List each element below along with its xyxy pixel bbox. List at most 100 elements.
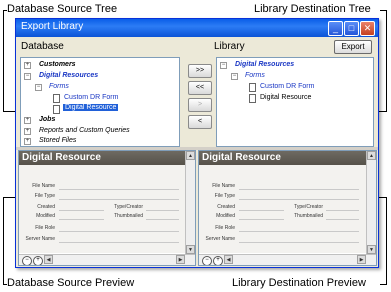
callout-library-destination-preview: Library Destination Preview [232,277,366,289]
tree-node-label: Reports and Custom Queries [39,127,130,134]
callout-database-source-tree: Database Source Tree [7,3,118,15]
field-label: File Type [34,193,55,199]
tree-node-label: Digital Resources [235,61,295,68]
tree-node-label: Jobs [39,116,56,123]
add-all-button[interactable]: >> [188,64,212,78]
callout-line [3,284,7,285]
horizontal-scrollbar[interactable]: − + ◀ ▶ [199,254,376,265]
collapse-icon[interactable]: − [35,84,42,91]
scroll-down-icon[interactable]: ▼ [367,245,376,254]
database-source-preview: Digital Resource File Name File Type Cre… [18,150,196,266]
tree-node-label: Custom DR Form [260,83,315,90]
field-label: Modified [36,213,55,219]
field-value [59,231,179,232]
callout-line [386,197,387,285]
preview-title: Digital Resource [199,151,366,165]
field-value [146,219,179,220]
database-header: Database [21,41,64,52]
field-label: File Type [214,193,235,199]
callout-database-source-preview: Database Source Preview [7,277,135,289]
preview-form: File Name File Type Created Type/Creator… [19,165,185,253]
collapse-icon[interactable]: − [231,73,238,80]
tree-node-label: Custom DR Form [64,94,119,101]
preview-title: Digital Resource [19,151,185,165]
field-label: Created [217,204,235,210]
callout-line [3,197,4,285]
collapse-icon[interactable]: − [24,73,31,80]
field-label: File Role [215,225,235,231]
library-destination-preview: Digital Resource File Name File Type Cre… [198,150,377,266]
tree-node-label: Forms [49,83,69,90]
document-icon [53,94,60,103]
callout-line [3,10,7,11]
close-icon[interactable]: ✕ [360,21,375,36]
collapse-icon[interactable]: − [220,62,227,69]
zoom-out-icon[interactable]: − [22,256,32,265]
tree-node-label: Digital Resources [39,72,99,79]
tree-node-label: Forms [245,72,265,79]
expand-icon[interactable]: + [24,138,31,145]
scroll-left-icon[interactable]: ◀ [44,255,53,264]
tree-node-label-selected: Digital Resource [63,104,119,111]
field-value [146,210,179,211]
field-value [239,219,284,220]
field-label: File Name [32,183,55,189]
minimize-icon[interactable]: _ [328,21,343,36]
document-icon [53,105,60,114]
field-value [239,210,284,211]
maximize-icon[interactable]: □ [344,21,359,36]
horizontal-scrollbar[interactable]: − + ◀ ▶ [19,254,195,265]
document-icon [249,94,256,103]
field-label: Type/Creator [294,204,323,210]
callout-line [380,284,387,285]
field-label: Server Name [205,236,235,242]
field-value [239,189,359,190]
export-library-window: Export Library _ □ ✕ Database Library Ex… [15,18,379,268]
field-value [239,242,359,243]
tree-node-label: Stored Files [39,137,77,144]
preview-form: File Name File Type Created Type/Creator… [199,165,366,253]
remove-all-button[interactable]: << [188,81,212,95]
scroll-down-icon[interactable]: ▼ [186,245,195,254]
database-source-tree[interactable]: + Customers − Digital Resources − Forms … [20,57,180,147]
scroll-right-icon[interactable]: ▶ [176,255,185,264]
field-value [59,242,179,243]
expand-icon[interactable]: + [24,117,31,124]
callout-line [380,10,387,11]
expand-icon[interactable]: + [24,62,31,69]
field-value [239,199,359,200]
vertical-scrollbar[interactable]: ▲ ▼ [185,151,195,254]
scroll-left-icon[interactable]: ◀ [224,255,233,264]
library-header: Library [214,41,245,52]
zoom-out-icon[interactable]: − [202,256,212,265]
field-value [59,199,179,200]
add-button[interactable]: > [188,98,212,112]
tree-node-label: Customers [39,61,76,68]
field-value [59,189,179,190]
library-destination-tree[interactable]: − Digital Resources − Forms Custom DR Fo… [216,57,374,147]
field-label: Created [37,204,55,210]
callout-line [386,10,387,112]
field-value [59,210,104,211]
expand-icon[interactable]: + [24,128,31,135]
zoom-in-icon[interactable]: + [33,256,43,265]
zoom-in-icon[interactable]: + [213,256,223,265]
callout-library-destination-tree: Library Destination Tree [254,3,371,15]
remove-button[interactable]: < [188,115,212,129]
field-label: Thumbnailed [294,213,323,219]
tree-node-label: Digital Resource [260,94,312,101]
callout-line [3,10,4,112]
vertical-scrollbar[interactable]: ▲ ▼ [366,151,376,254]
scroll-right-icon[interactable]: ▶ [357,255,366,264]
field-label: File Name [212,183,235,189]
title-bar[interactable]: Export Library _ □ ✕ [16,19,378,37]
document-icon [249,83,256,92]
field-value [59,219,104,220]
scroll-up-icon[interactable]: ▲ [367,151,376,160]
field-label: Thumbnailed [114,213,143,219]
scroll-up-icon[interactable]: ▲ [186,151,195,160]
field-label: File Role [35,225,55,231]
export-button[interactable]: Export [334,40,372,54]
field-label: Type/Creator [114,204,143,210]
field-value [326,210,359,211]
